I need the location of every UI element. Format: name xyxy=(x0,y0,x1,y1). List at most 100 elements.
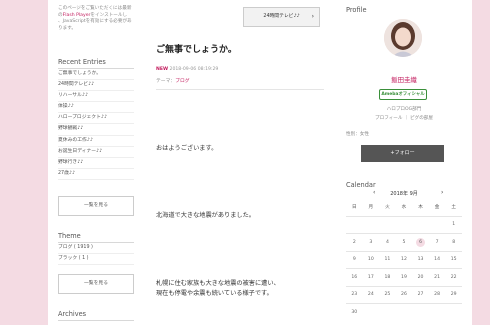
calendar-day[interactable]: 30 xyxy=(346,303,363,321)
profile-gender: 性別：女性 xyxy=(346,132,369,137)
calendar-day[interactable]: 24 xyxy=(362,285,380,304)
calendar-day[interactable]: 27 xyxy=(412,285,429,304)
flash-player-link[interactable]: Flash Player xyxy=(63,13,91,18)
calendar-day[interactable]: 15 xyxy=(445,250,462,269)
avatar[interactable] xyxy=(384,19,422,57)
entry-paragraph: 北海道で大きな地震がありました。 xyxy=(156,212,255,219)
profile-name[interactable]: 飯田圭織 xyxy=(346,75,462,84)
calendar-day[interactable]: 28 xyxy=(428,285,446,304)
profile-links[interactable]: プロフィール ｜ ピグの部屋 xyxy=(346,115,462,121)
calendar-day[interactable]: 19 xyxy=(395,268,413,286)
calendar-weekday: 月 xyxy=(368,205,374,211)
list-item[interactable]: ご無事でしょうか。 xyxy=(58,69,134,81)
archives-title: Archives xyxy=(58,310,134,321)
calendar-day xyxy=(395,215,413,234)
calendar-day[interactable]: 4 xyxy=(379,233,396,251)
calendar-day[interactable]: 13 xyxy=(412,250,429,269)
plugin-note-line: このページをご覧いただくには最新 xyxy=(58,6,132,11)
follow-button[interactable]: +フォロー xyxy=(361,145,444,162)
calendar-day[interactable]: 29 xyxy=(445,285,462,304)
calendar-day[interactable]: 11 xyxy=(379,250,396,269)
theme-more-button[interactable]: 一覧を見る xyxy=(58,274,134,294)
theme-link[interactable]: ブログ xyxy=(175,79,189,84)
calendar-day xyxy=(428,215,446,234)
list-item[interactable]: 27歳♪♪ xyxy=(58,169,134,180)
calendar-week: 2345678 xyxy=(346,233,462,251)
plugin-note-line: ります。 xyxy=(58,25,76,31)
list-item[interactable]: 野球行き♪♪ xyxy=(58,158,134,169)
calendar-week: 9 10 11 12 13 14 15 xyxy=(346,250,462,269)
list-item[interactable]: ブラック ( 1 ) xyxy=(58,254,134,266)
next-entry-button[interactable]: 24時間テレビ♪♪ › xyxy=(243,7,320,27)
calendar-day xyxy=(395,303,413,321)
calendar-day[interactable]: 8 xyxy=(445,233,462,251)
calendar-month-label: 2018年 9月 xyxy=(390,191,418,197)
calendar-day[interactable]: 14 xyxy=(428,250,446,269)
calendar-nav: ‹ 2018年 9月 › xyxy=(346,189,462,197)
list-item[interactable]: 夏休みの工作♪♪ xyxy=(58,136,134,147)
calendar-week: 23 24 25 26 27 28 29 xyxy=(346,285,462,304)
list-item[interactable]: リハーサル♪♪ xyxy=(58,91,134,103)
official-badge: Amebaオフィシャル xyxy=(379,89,427,100)
calendar-day xyxy=(428,303,446,321)
chevron-right-icon[interactable]: › xyxy=(441,189,443,196)
calendar-week: 1 xyxy=(346,215,462,234)
recent-entries-list: ご無事でしょうか。 24時間テレビ♪♪ リハーサル♪♪ 体操♪♪ ハロープロジェクト♪♪… xyxy=(58,69,134,180)
calendar-day[interactable]: 16 xyxy=(346,268,363,286)
list-item[interactable]: 体操♪♪ xyxy=(58,102,134,114)
calendar-day[interactable]: 1 xyxy=(445,215,462,234)
entry-paragraph: 現在も停電や余震も続いている様子です。 xyxy=(156,290,273,297)
list-item[interactable]: お誕生日ディナー♪♪ xyxy=(58,147,134,158)
calendar-day[interactable]: 23 xyxy=(346,285,363,304)
calendar-day[interactable]: 7 xyxy=(428,233,446,251)
calendar-day[interactable]: 17 xyxy=(362,268,380,286)
list-item[interactable]: 24時間テレビ♪♪ xyxy=(58,80,134,92)
calendar-day[interactable]: 22 xyxy=(445,268,462,286)
calendar-day[interactable]: 6 xyxy=(412,233,429,251)
list-item[interactable]: ハロープロジェクト♪♪ xyxy=(58,113,134,125)
profile-title: Profile xyxy=(346,6,367,14)
entry-theme: テーマ：ブログ xyxy=(156,77,190,84)
calendar-day[interactable]: 25 xyxy=(379,285,396,304)
calendar-week: 30 xyxy=(346,303,462,321)
calendar-day[interactable]: 20 xyxy=(412,268,429,286)
calendar-day[interactable]: 26 xyxy=(395,285,413,304)
list-item[interactable]: 野球観戦♪♪ xyxy=(58,124,134,136)
calendar-day[interactable]: 21 xyxy=(428,268,446,286)
calendar-day[interactable]: 9 xyxy=(346,250,363,269)
calendar-day xyxy=(379,215,396,234)
recent-entries-more-button[interactable]: 一覧を見る xyxy=(58,196,134,216)
calendar-day[interactable]: 10 xyxy=(362,250,380,269)
calendar-weekday: 日 xyxy=(351,205,357,211)
calendar-weekday: 土 xyxy=(451,205,456,211)
chevron-right-icon: › xyxy=(311,13,314,20)
theme-list: ブログ ( 1919 ) ブラック ( 1 ) xyxy=(58,243,134,266)
calendar-day xyxy=(362,215,380,234)
flash-plugin-note: このページをご覧いただくには最新 のFlash Playerをインストールし 、… xyxy=(58,6,136,32)
calendar-week: 16 17 18 19 20 21 22 xyxy=(346,268,462,286)
entry-title: ご無事でしょうか。 xyxy=(156,45,237,55)
entry-divider xyxy=(156,89,324,90)
profile-group: ハロプロOG部門 xyxy=(386,107,422,112)
calendar-day xyxy=(346,215,363,234)
calendar-title: Calendar xyxy=(346,181,376,189)
calendar-weekday: 金 xyxy=(434,205,440,211)
plugin-note-text: をインストールし xyxy=(90,12,128,18)
entry-date: 2018-09-06 08:19:29 xyxy=(169,67,219,72)
calendar-weekday: 火 xyxy=(385,205,390,211)
calendar-day xyxy=(412,215,429,234)
chevron-left-icon[interactable]: ‹ xyxy=(373,189,375,196)
calendar-day[interactable]: 12 xyxy=(395,250,413,269)
calendar-day xyxy=(362,303,380,321)
calendar-day[interactable]: 5 xyxy=(395,233,413,251)
calendar-day[interactable]: 3 xyxy=(362,233,380,251)
calendar-day[interactable]: 2 xyxy=(346,233,363,251)
theme-title: Theme xyxy=(58,232,134,243)
recent-entries-title: Recent Entries xyxy=(58,58,134,69)
entry-paragraph: 札幌に住む家族も大きな地震の被害に遭い、 xyxy=(156,280,280,287)
calendar-grid: 日月火水木金土 1 2 3 4 5 6 7 8 9 10 11 12 13 14 15 16 17 18 19 20 21… xyxy=(346,199,462,321)
list-item[interactable]: ブログ ( 1919 ) xyxy=(58,243,134,255)
theme-label: テーマ： xyxy=(156,79,176,84)
calendar-day xyxy=(379,303,396,321)
calendar-day[interactable]: 18 xyxy=(379,268,396,286)
